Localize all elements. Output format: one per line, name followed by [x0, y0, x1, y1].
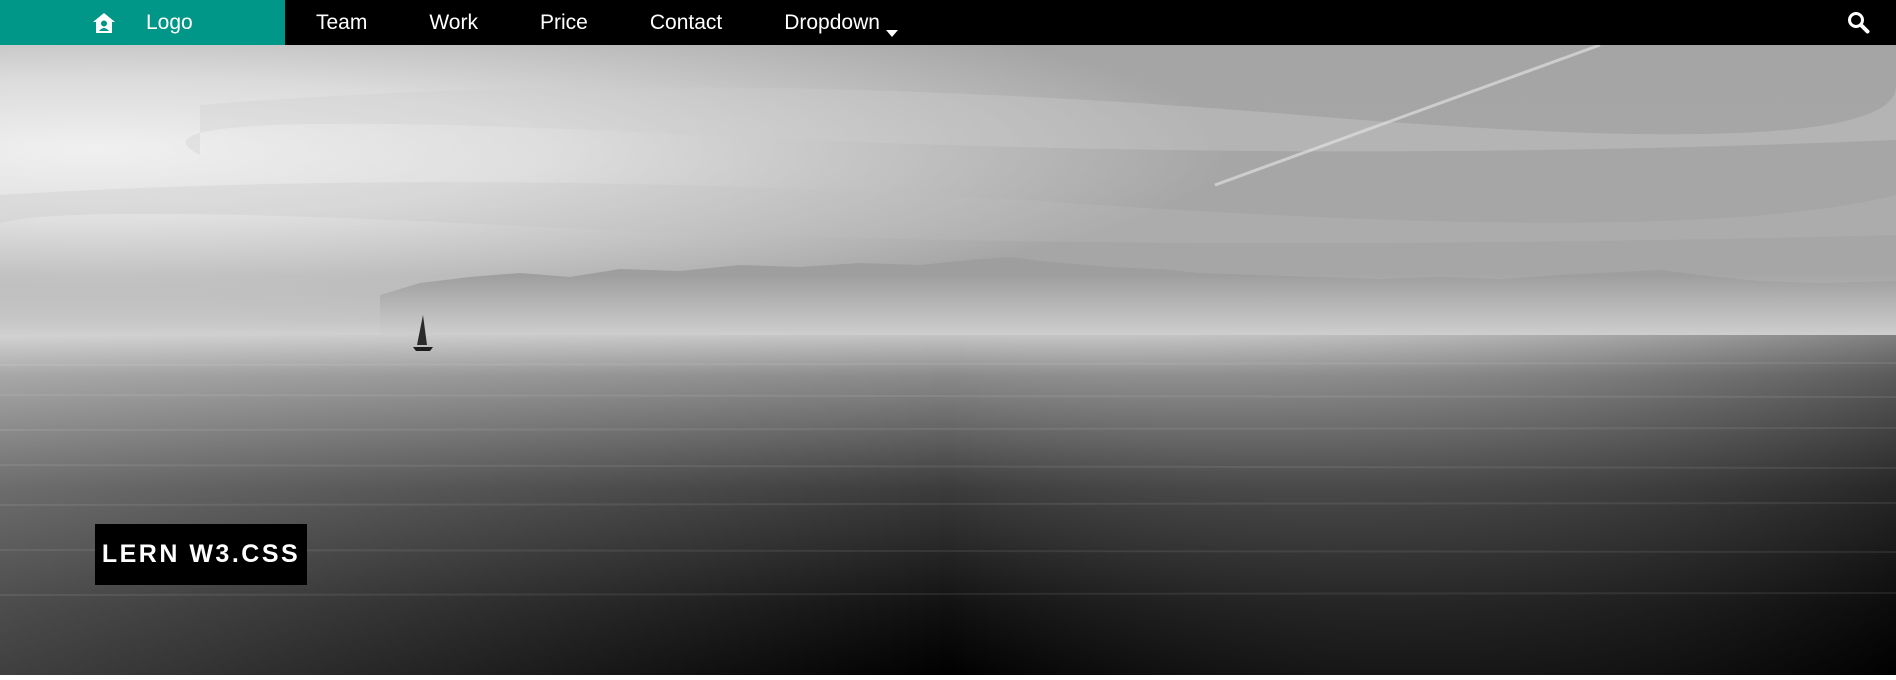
hero-badge: LERN W3.CSS [95, 524, 307, 585]
logo-link[interactable]: Logo [0, 0, 285, 45]
nav-item-team[interactable]: Team [285, 0, 398, 45]
nav-dropdown[interactable]: Dropdown [753, 0, 929, 45]
dropdown-label: Dropdown [784, 10, 880, 34]
caret-down-icon [885, 19, 898, 37]
search-icon[interactable] [1846, 10, 1870, 34]
top-navbar: Logo Team Work Price Contact Dropdown [0, 0, 1896, 45]
nav-item-price[interactable]: Price [509, 0, 619, 45]
home-icon [92, 11, 116, 35]
nav-item-contact[interactable]: Contact [619, 0, 753, 45]
hero-banner: LERN W3.CSS [0, 45, 1896, 675]
nav-item-work[interactable]: Work [398, 0, 509, 45]
logo-label: Logo [146, 10, 193, 34]
